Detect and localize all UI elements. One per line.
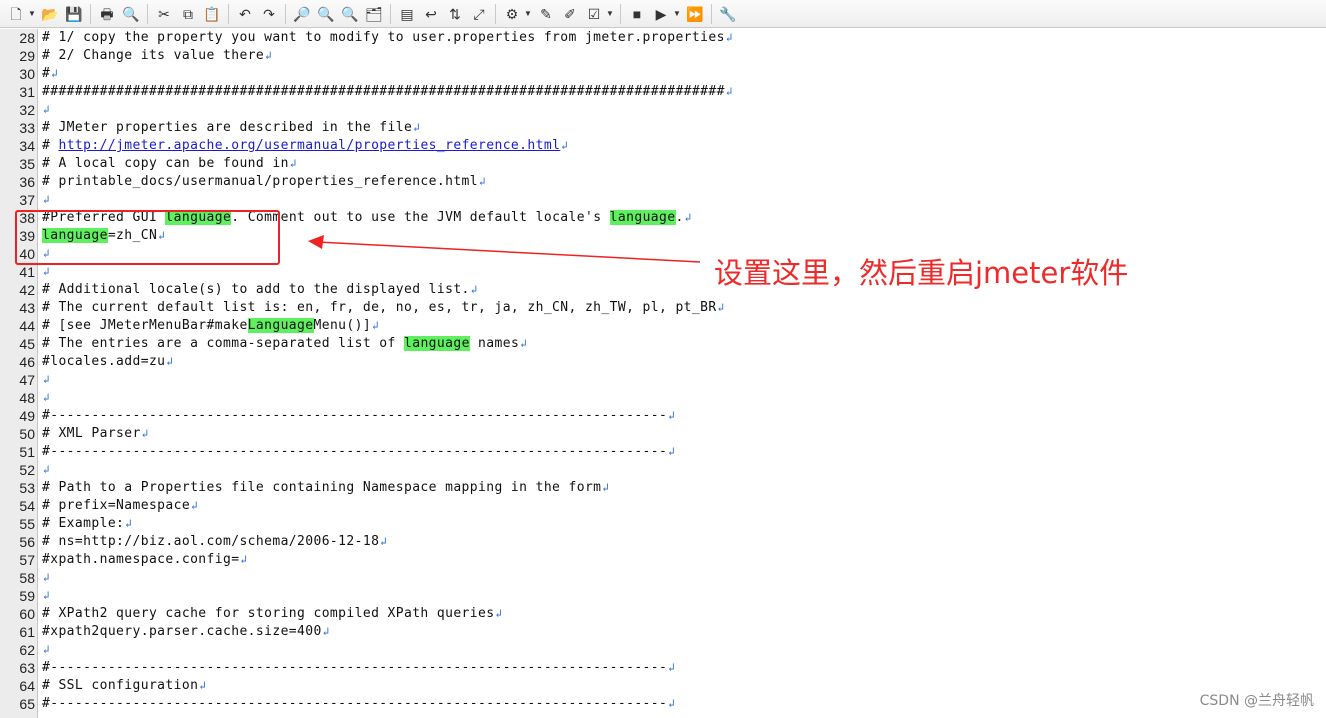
annotation-arrow [308,235,701,263]
watermark: CSDN @兰舟轻帆 [1199,693,1314,709]
annotation-text: 设置这里，然后重启jmeter软件 [714,256,1129,290]
